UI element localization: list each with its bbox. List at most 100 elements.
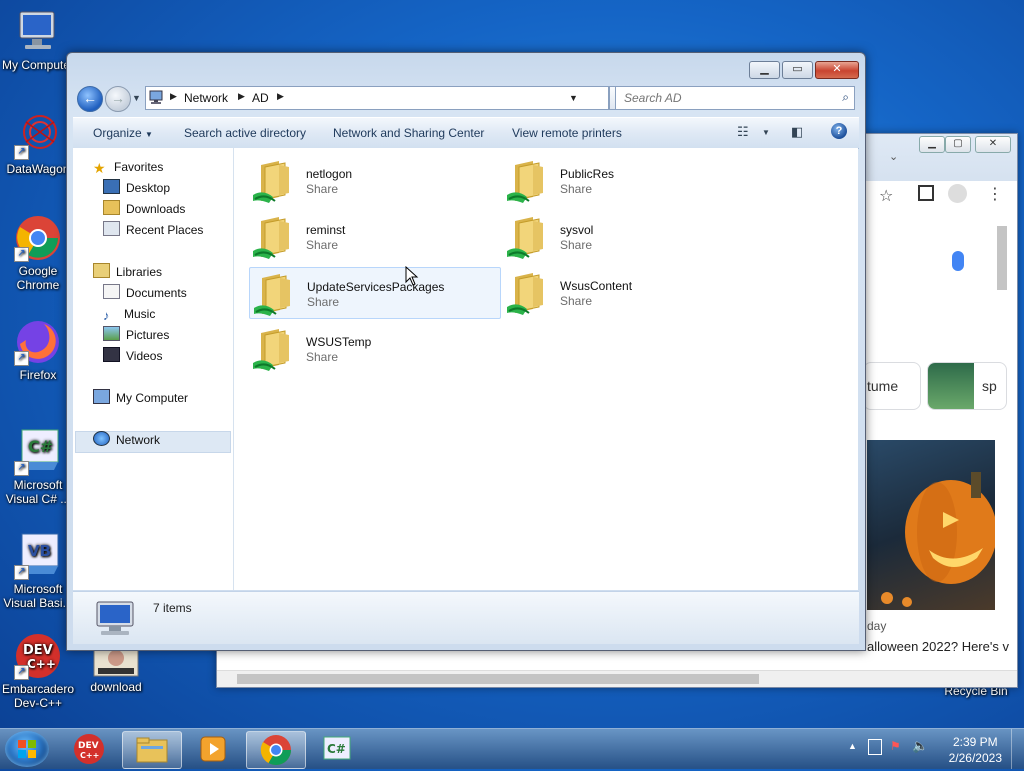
view-remote-printers-button[interactable]: View remote printers xyxy=(512,126,622,140)
search-active-directory-button[interactable]: Search active directory xyxy=(184,126,306,140)
computer-icon xyxy=(93,389,110,404)
close-button[interactable]: ✕ xyxy=(815,61,859,79)
forward-button[interactable]: → xyxy=(105,86,131,112)
tab-list-chevron-icon[interactable]: ⌄ xyxy=(889,150,898,163)
star-icon: ★ xyxy=(93,160,106,176)
share-item[interactable]: WsusContent Share xyxy=(503,267,753,317)
nav-label: Downloads xyxy=(126,202,186,216)
profile-avatar-icon[interactable] xyxy=(948,184,967,203)
kebab-menu-icon[interactable]: ⋮ xyxy=(987,184,1003,204)
nav-documents[interactable]: Documents xyxy=(103,283,187,303)
taskbar-google-chrome[interactable] xyxy=(246,731,306,769)
desktop-icon-download[interactable]: download xyxy=(78,644,154,694)
nav-music[interactable]: ♪ Music xyxy=(103,304,155,324)
address-history-dropdown-icon[interactable]: ▼ xyxy=(569,93,578,103)
explorer-window[interactable]: ▁ ▭ ✕ ← → ▼ ▶ Network ▶ AD ▶ ▼ ⇆ ⌕ Organ… xyxy=(66,52,866,651)
share-item[interactable]: reminst Share xyxy=(249,211,499,261)
action-center-flag-icon[interactable]: ⚑ xyxy=(890,739,901,753)
breadcrumb-network[interactable]: Network xyxy=(184,91,228,105)
desktop-icon-label: download xyxy=(90,680,142,694)
preview-pane-icon[interactable]: ◧ xyxy=(791,124,803,140)
downloads-folder-icon xyxy=(103,200,120,215)
search-chip[interactable]: tume xyxy=(863,362,921,410)
desktop-icon-visual-basic[interactable]: VB ↗ Microsoft Visual Basi... xyxy=(0,532,76,610)
desktop-icon-my-computer[interactable]: My Computer xyxy=(0,8,76,72)
close-button[interactable]: ✕ xyxy=(975,136,1011,153)
share-type: Share xyxy=(560,294,593,308)
nav-label: Libraries xyxy=(116,265,163,279)
desktop-icon-dev-cpp[interactable]: DEV C++ ↗ Embarcadero Dev-C++ xyxy=(0,632,76,710)
search-box[interactable]: ⌕ xyxy=(615,86,855,110)
network-sharing-center-button[interactable]: Network and Sharing Center xyxy=(333,126,484,140)
share-item[interactable]: PublicRes Share xyxy=(503,155,753,205)
result-headline[interactable]: alloween 2022? Here's v xyxy=(867,639,1009,654)
pumpkin-image[interactable] xyxy=(867,440,997,610)
desktop-icon-label: Google Chrome xyxy=(16,264,60,292)
help-icon[interactable]: ? xyxy=(831,123,847,139)
clock[interactable]: 2:39 PM 2/26/2023 xyxy=(949,734,1002,766)
breadcrumb-separator-icon[interactable]: ▶ xyxy=(170,91,177,102)
dev-cpp-icon: DEV C++ ↗ xyxy=(14,632,62,680)
search-icon[interactable]: ⌕ xyxy=(842,90,849,105)
show-hidden-icons-icon[interactable]: ▲ xyxy=(848,741,857,751)
taskbar-media-player[interactable] xyxy=(184,731,242,767)
share-item[interactable]: UpdateServicesPackages Share xyxy=(249,267,501,319)
desktop-icon-visual-csharp[interactable]: C# ↗ Microsoft Visual C# ... xyxy=(0,428,76,506)
address-bar[interactable]: ▶ Network ▶ AD ▶ ▼ xyxy=(145,86,609,110)
nav-label: My Computer xyxy=(116,391,189,405)
breadcrumb-separator-icon[interactable]: ▶ xyxy=(238,91,245,102)
shared-folder-icon xyxy=(505,271,553,315)
nav-pictures[interactable]: Pictures xyxy=(103,325,169,345)
nav-network[interactable]: Network xyxy=(93,430,160,450)
taskbar-visual-csharp[interactable]: C# xyxy=(308,731,366,767)
maximize-button[interactable]: ▢ xyxy=(945,136,971,153)
organize-menu[interactable]: Organize ▼ xyxy=(93,126,153,140)
window-controls: ▁ ▭ ✕ xyxy=(747,61,859,79)
desktop-icon-label: DataWagon xyxy=(6,162,70,176)
desktop-icon-firefox[interactable]: ↗ Firefox xyxy=(0,318,76,382)
recent-pages-dropdown-icon[interactable]: ▼ xyxy=(132,93,141,103)
search-input[interactable] xyxy=(622,90,826,106)
nav-favorites[interactable]: ★ Favorites xyxy=(93,157,163,177)
desktop-icon-google-chrome[interactable]: ↗ Google Chrome xyxy=(0,214,76,292)
side-panel-icon[interactable] xyxy=(918,185,934,201)
nav-label: Pictures xyxy=(126,328,170,342)
taskbar-dev-cpp[interactable]: DEV C++ xyxy=(60,731,118,767)
share-item[interactable]: WSUSTemp Share xyxy=(249,323,499,373)
view-options-dropdown-icon[interactable]: ▼ xyxy=(762,128,770,137)
nav-my-computer[interactable]: My Computer xyxy=(93,388,188,408)
show-desktop-button[interactable] xyxy=(1011,729,1024,769)
change-view-icon[interactable]: ☷ xyxy=(737,124,749,140)
minimize-button[interactable]: ▁ xyxy=(749,61,780,79)
maximize-button[interactable]: ▭ xyxy=(782,61,813,79)
nav-recent-places[interactable]: Recent Places xyxy=(103,220,203,240)
voice-search-icon[interactable] xyxy=(952,251,964,271)
network-status-icon[interactable] xyxy=(868,739,882,755)
nav-downloads[interactable]: Downloads xyxy=(103,199,185,219)
start-button[interactable] xyxy=(5,731,49,767)
command-bar: Organize ▼ Search active directory Netwo… xyxy=(73,117,859,149)
back-button[interactable]: ← xyxy=(77,86,103,112)
chevron-down-icon: ▼ xyxy=(145,130,153,139)
scrollbar-thumb[interactable] xyxy=(997,226,1007,290)
share-type: Share xyxy=(560,238,593,252)
share-name: WSUSTemp xyxy=(306,335,372,349)
scrollbar-thumb[interactable] xyxy=(237,674,759,684)
share-item[interactable]: sysvol Share xyxy=(503,211,753,261)
nav-videos[interactable]: Videos xyxy=(103,346,162,366)
bookmark-star-icon[interactable]: ☆ xyxy=(879,186,893,206)
shortcut-arrow-icon: ↗ xyxy=(14,145,29,160)
breadcrumb-ad[interactable]: AD xyxy=(252,91,269,105)
horizontal-scrollbar[interactable] xyxy=(217,670,1017,687)
datawagon-icon: ↗ xyxy=(14,112,62,160)
share-item[interactable]: netlogon Share xyxy=(249,155,499,205)
nav-libraries[interactable]: Libraries xyxy=(93,262,162,282)
volume-icon[interactable]: 🔈 xyxy=(912,738,928,754)
search-chip-2[interactable]: sp xyxy=(927,362,1007,410)
nav-desktop[interactable]: Desktop xyxy=(103,178,170,198)
taskbar-windows-explorer[interactable] xyxy=(122,731,182,769)
svg-text:C++: C++ xyxy=(80,751,99,760)
minimize-button[interactable]: ▁ xyxy=(919,136,945,153)
desktop-icon-datawagon[interactable]: ↗ DataWagon xyxy=(0,112,76,176)
breadcrumb-separator-icon[interactable]: ▶ xyxy=(277,91,284,102)
